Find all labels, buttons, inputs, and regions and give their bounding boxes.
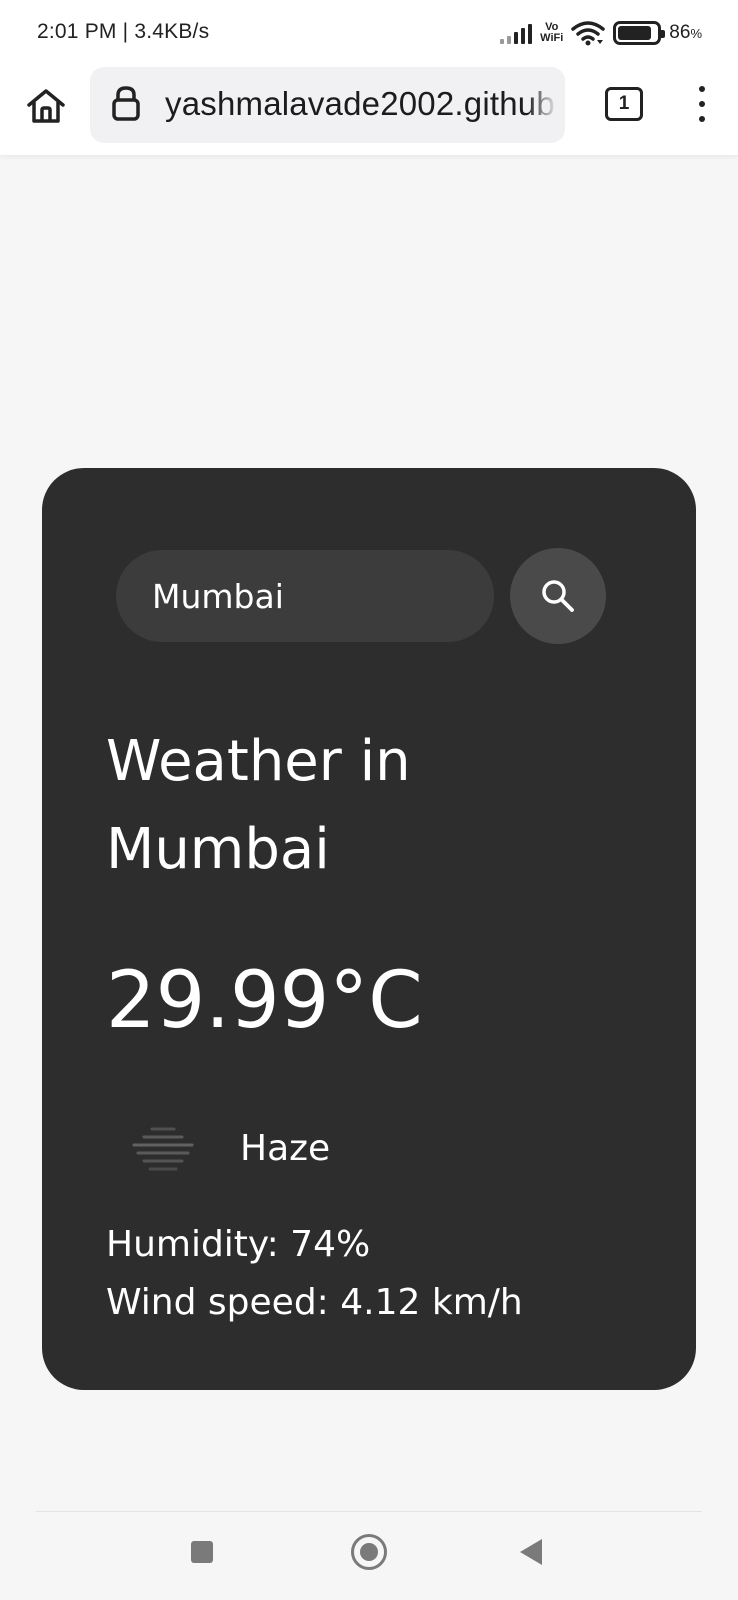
battery-percent: 86% <box>669 22 702 43</box>
home-button[interactable] <box>24 84 68 128</box>
haze-icon <box>132 1127 194 1171</box>
search-button[interactable] <box>510 548 606 644</box>
back-icon[interactable] <box>520 1539 542 1565</box>
signal-icon <box>500 22 533 44</box>
status-bar: 2:01 PM | 3.4KB/s Vo WiFi 86% <box>0 0 738 64</box>
condition-label: Haze <box>240 1127 331 1169</box>
lock-icon <box>112 86 140 121</box>
battery-icon <box>613 21 666 45</box>
status-time: 2:01 PM | 3.4KB/s <box>37 20 210 43</box>
weather-card: Weather in Mumbai 29.99°C Haze Humidity:… <box>42 468 696 1390</box>
vowifi-icon: Vo WiFi <box>540 22 563 44</box>
address-bar[interactable]: yashmalavade2002.github.io <box>90 67 565 143</box>
recent-apps-icon[interactable] <box>191 1541 213 1563</box>
tab-count: 1 <box>618 93 630 114</box>
wind-speed-label: Wind speed: 4.12 km/h <box>106 1282 523 1323</box>
status-icons: Vo WiFi 86% <box>500 18 702 48</box>
weather-condition: Haze <box>130 1123 330 1173</box>
weather-title: Weather in Mumbai <box>106 729 411 882</box>
navigation-bar <box>0 1512 738 1600</box>
temperature: 29.99°C <box>106 956 423 1046</box>
more-menu-icon <box>699 86 705 92</box>
search-icon <box>542 580 574 612</box>
wifi-icon <box>571 21 606 46</box>
city-search-input[interactable] <box>116 550 494 642</box>
nav-home-icon[interactable] <box>351 1534 387 1570</box>
url-text: yashmalavade2002.github.io <box>165 85 565 122</box>
humidity-label: Humidity: 74% <box>106 1224 371 1265</box>
tab-switcher-button[interactable]: 1 <box>605 87 643 121</box>
vowifi-bottom-label: WiFi <box>540 32 564 44</box>
more-menu-button[interactable] <box>690 82 714 126</box>
home-icon <box>27 89 65 123</box>
battery-level <box>618 26 651 40</box>
browser-toolbar: yashmalavade2002.github.io 1 <box>0 64 738 156</box>
